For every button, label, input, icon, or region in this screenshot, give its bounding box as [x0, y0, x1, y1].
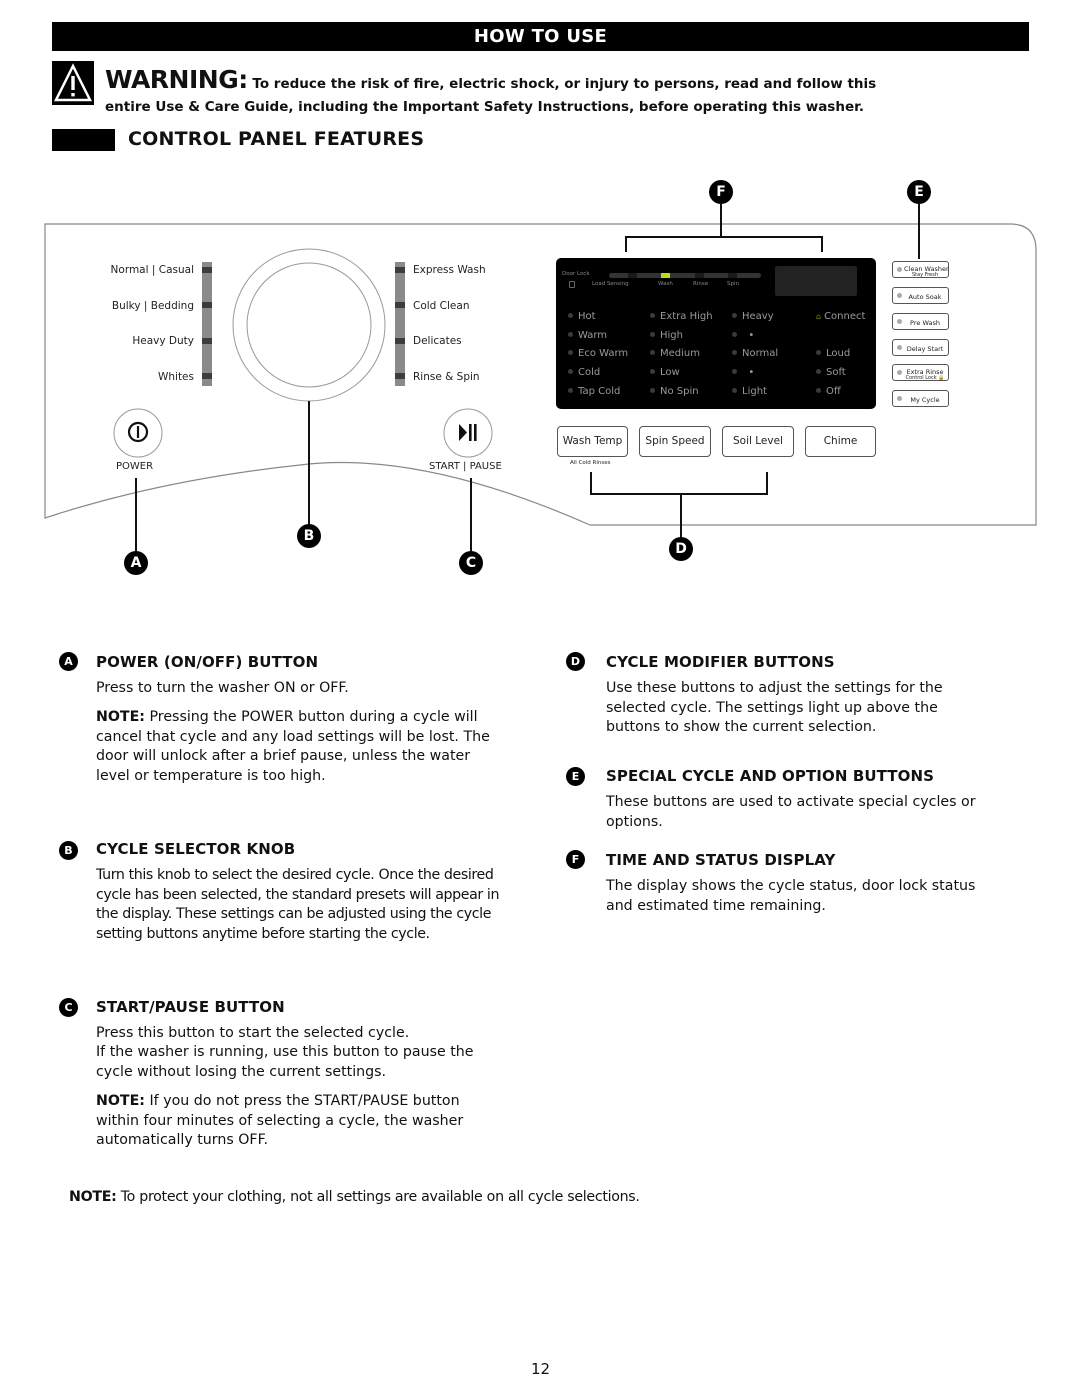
power-label: POWER [116, 461, 154, 472]
cycle-option: Whites [157, 371, 194, 383]
badge-f: F [566, 850, 585, 869]
stage-label: Rinse [693, 281, 709, 287]
special-cycle-heading: SPECIAL CYCLE AND OPTION BUTTONS [606, 767, 935, 785]
power-button-text: Press to turn the washer ON or OFF. [96, 680, 349, 696]
right-cycle-indicator-bar [395, 262, 405, 386]
start-pause-text-2: If the washer is running, use this butto… [96, 1044, 474, 1080]
stage-label: Wash [658, 281, 673, 287]
callout-a: A [124, 551, 148, 575]
callout-c: C [459, 551, 483, 575]
cycle-modifier-text: Use these buttons to adjust the settings… [606, 680, 943, 735]
all-cold-rinses-label: All Cold Rinses [570, 460, 611, 466]
wash-temp-option: Cold [578, 367, 601, 378]
spin-speed-option: Medium [660, 348, 700, 359]
page-number: 12 [531, 1360, 551, 1378]
footer-note: NOTE: To protect your clothing, not all … [69, 1189, 640, 1205]
badge-a: A [59, 652, 78, 671]
callout-b: B [297, 524, 321, 548]
cycle-option: Express Wash [413, 264, 486, 276]
soil-level-option: Heavy [742, 311, 774, 322]
left-cycle-indicator-bar [202, 262, 212, 386]
soil-level-option: • [748, 367, 755, 378]
spin-speed-option: High [660, 330, 683, 341]
spin-speed-option: Low [660, 367, 680, 378]
chime-option: Loud [826, 348, 851, 359]
pre-wash-button[interactable]: Pre Wash [892, 313, 949, 330]
time-remaining-screen [775, 266, 857, 296]
badge-d: D [566, 652, 585, 671]
callout-d: D [669, 537, 693, 561]
cycle-option: Normal | Casual [110, 264, 194, 276]
door-lock-icon [569, 281, 575, 288]
chime-option: Off [826, 386, 841, 397]
callout-e: E [907, 180, 931, 204]
start-pause-note: NOTE: If you do not press the START/PAUS… [96, 1093, 464, 1148]
start-pause-text-1: Press this button to start the selected … [96, 1025, 410, 1041]
door-lock-label: Door Lock [562, 271, 590, 277]
clean-washer-button[interactable]: Clean Washer Stay Fresh [892, 261, 949, 278]
soil-level-option: Light [742, 386, 767, 397]
cycle-option: Cold Clean [413, 300, 470, 312]
soil-level-button[interactable]: Soil Level [722, 426, 794, 457]
wash-temp-option: Eco Warm [578, 348, 629, 359]
special-cycle-text: These buttons are used to activate speci… [606, 794, 976, 830]
cycle-progress-bar [609, 273, 761, 278]
spin-speed-option: Extra High [660, 311, 713, 322]
delay-start-button[interactable]: Delay Start [892, 339, 949, 356]
cycle-modifier-heading: CYCLE MODIFIER BUTTONS [606, 653, 835, 671]
wash-temp-option: Hot [578, 311, 596, 322]
my-cycle-button[interactable]: My Cycle [892, 390, 949, 407]
cycle-selector-heading: CYCLE SELECTOR KNOB [96, 840, 296, 858]
power-button[interactable] [114, 409, 162, 457]
cycle-option: Heavy Duty [132, 335, 194, 347]
stage-label: Spin [727, 281, 739, 287]
cycle-option: Rinse & Spin [413, 371, 480, 383]
chime-button[interactable]: Chime [805, 426, 876, 457]
cycle-option: Delicates [413, 335, 462, 347]
start-pause-label: START | PAUSE [429, 461, 502, 472]
power-button-note: NOTE: Pressing the POWER button during a… [96, 709, 490, 784]
power-button-heading: POWER (ON/OFF) BUTTON [96, 653, 319, 671]
wash-temp-option: Tap Cold [578, 386, 621, 397]
cycle-selector-knob[interactable] [285, 249, 333, 401]
wash-temp-option: Warm [578, 330, 608, 341]
badge-e: E [566, 767, 585, 786]
cycle-option: Bulky | Bedding [111, 300, 194, 312]
wifi-connect-icon: ⌂ [816, 312, 822, 321]
start-pause-button[interactable] [444, 409, 492, 457]
wash-temp-button[interactable]: Wash Temp [557, 426, 628, 457]
badge-c: C [59, 998, 78, 1017]
start-pause-heading: START/PAUSE BUTTON [96, 998, 285, 1016]
auto-soak-button[interactable]: Auto Soak [892, 287, 949, 304]
spin-speed-option: No Spin [660, 386, 699, 397]
progress-active-stage [661, 273, 670, 278]
chime-option: Connect [824, 311, 866, 322]
soil-level-option: Normal [742, 348, 779, 359]
cycle-selector-text: Turn this knob to select the desired cyc… [96, 867, 500, 942]
spin-speed-button[interactable]: Spin Speed [639, 426, 711, 457]
time-status-text: The display shows the cycle status, door… [606, 878, 976, 914]
callout-f: F [709, 180, 733, 204]
badge-b: B [59, 841, 78, 860]
extra-rinse-button[interactable]: Extra Rinse Control Lock 🔒 [892, 364, 949, 381]
soil-level-option: • [748, 330, 755, 341]
stage-label: Load Sensing [592, 281, 629, 287]
chime-option: Soft [826, 367, 846, 378]
time-status-heading: TIME AND STATUS DISPLAY [606, 851, 836, 869]
